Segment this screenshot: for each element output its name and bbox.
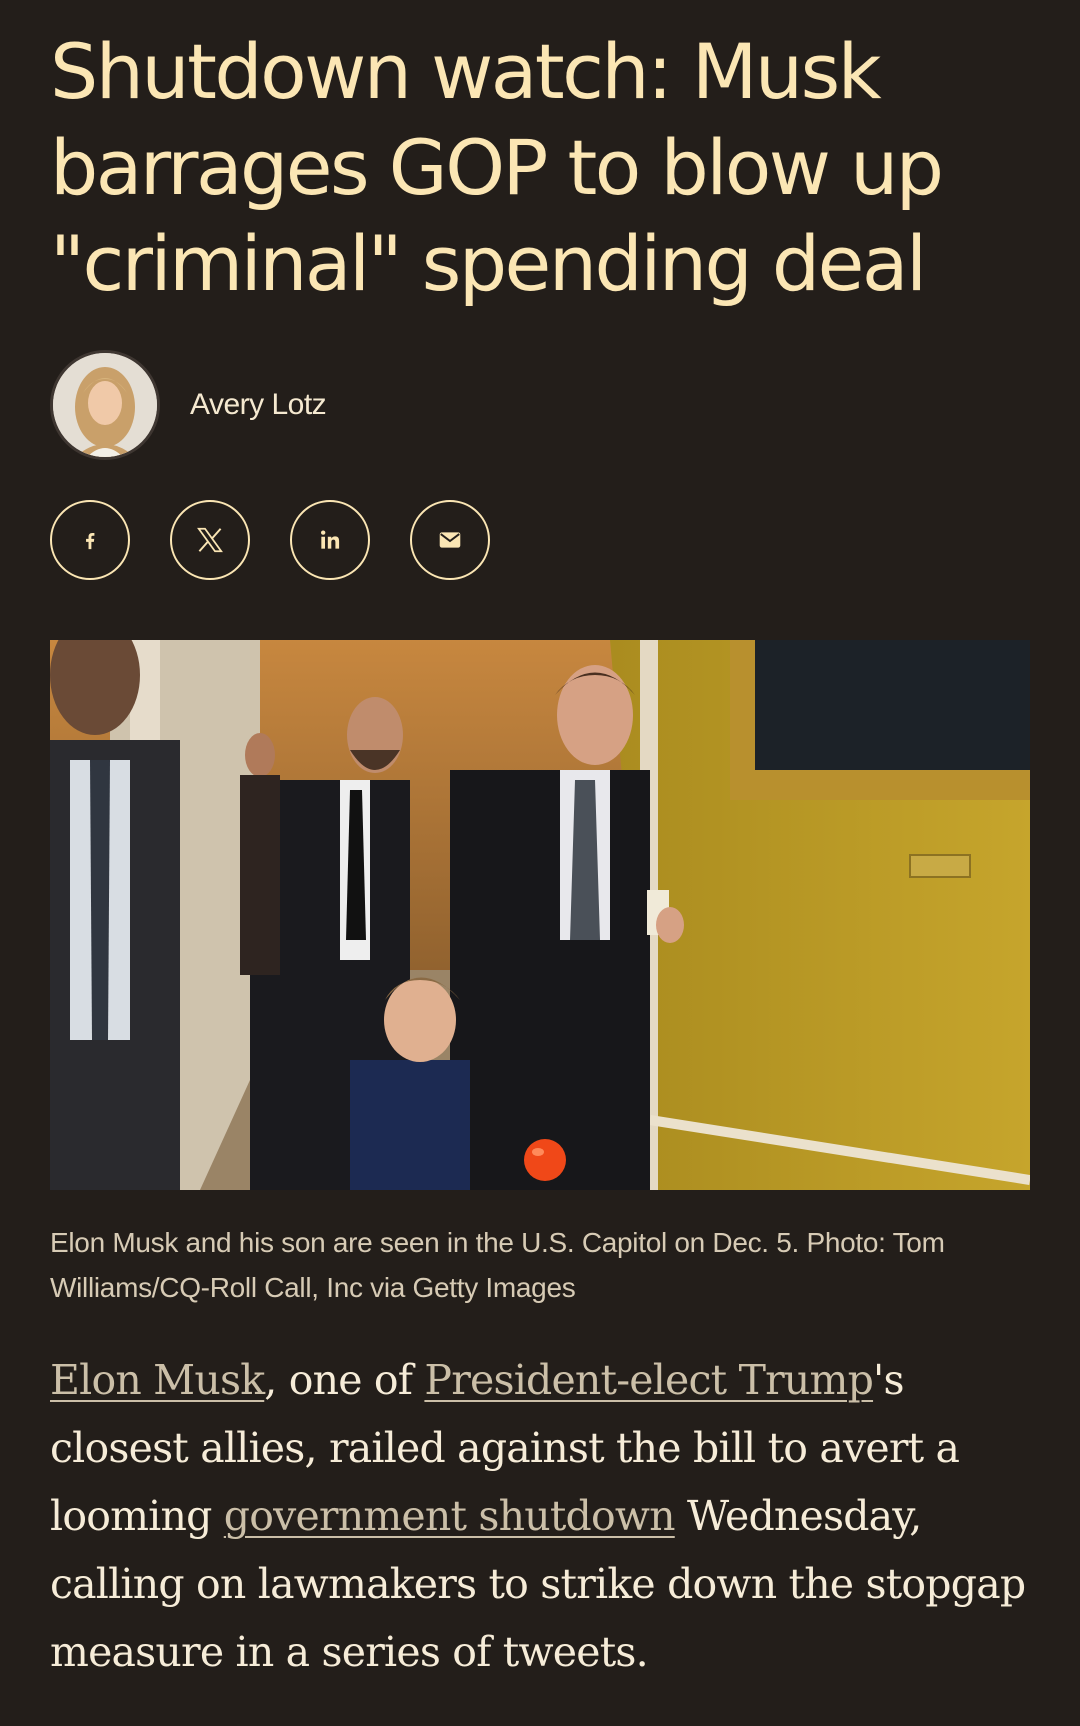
photo-caption: Elon Musk and his son are seen in the U.… (50, 1227, 945, 1303)
author-photo (53, 353, 157, 457)
x-icon (197, 527, 223, 553)
share-facebook-button[interactable] (50, 500, 130, 580)
article-headline: Shutdown watch: Musk barrages GOP to blo… (50, 27, 944, 308)
share-buttons (50, 500, 490, 580)
body-text-1: , one of (264, 1356, 425, 1404)
email-icon (439, 532, 461, 548)
linkedin-icon (321, 530, 340, 549)
share-email-button[interactable] (410, 500, 490, 580)
byline: Avery Lotz (50, 350, 327, 460)
capitol-photo-illustration (50, 640, 1030, 1190)
article-body: Elon Musk, one of President-elect Trump'… (50, 1346, 1030, 1686)
author-avatar[interactable] (50, 350, 160, 460)
link-president-elect-trump[interactable]: President-elect Trump (424, 1356, 873, 1404)
link-elon-musk[interactable]: Elon Musk (50, 1356, 265, 1404)
facebook-icon (86, 532, 95, 550)
share-linkedin-button[interactable] (290, 500, 370, 580)
author-name[interactable]: Avery Lotz (190, 388, 327, 422)
article-page: Shutdown watch: Musk barrages GOP to blo… (0, 0, 1080, 1726)
share-x-button[interactable] (170, 500, 250, 580)
link-government-shutdown[interactable]: government shutdown (224, 1492, 676, 1540)
article-photo[interactable] (50, 640, 1030, 1190)
